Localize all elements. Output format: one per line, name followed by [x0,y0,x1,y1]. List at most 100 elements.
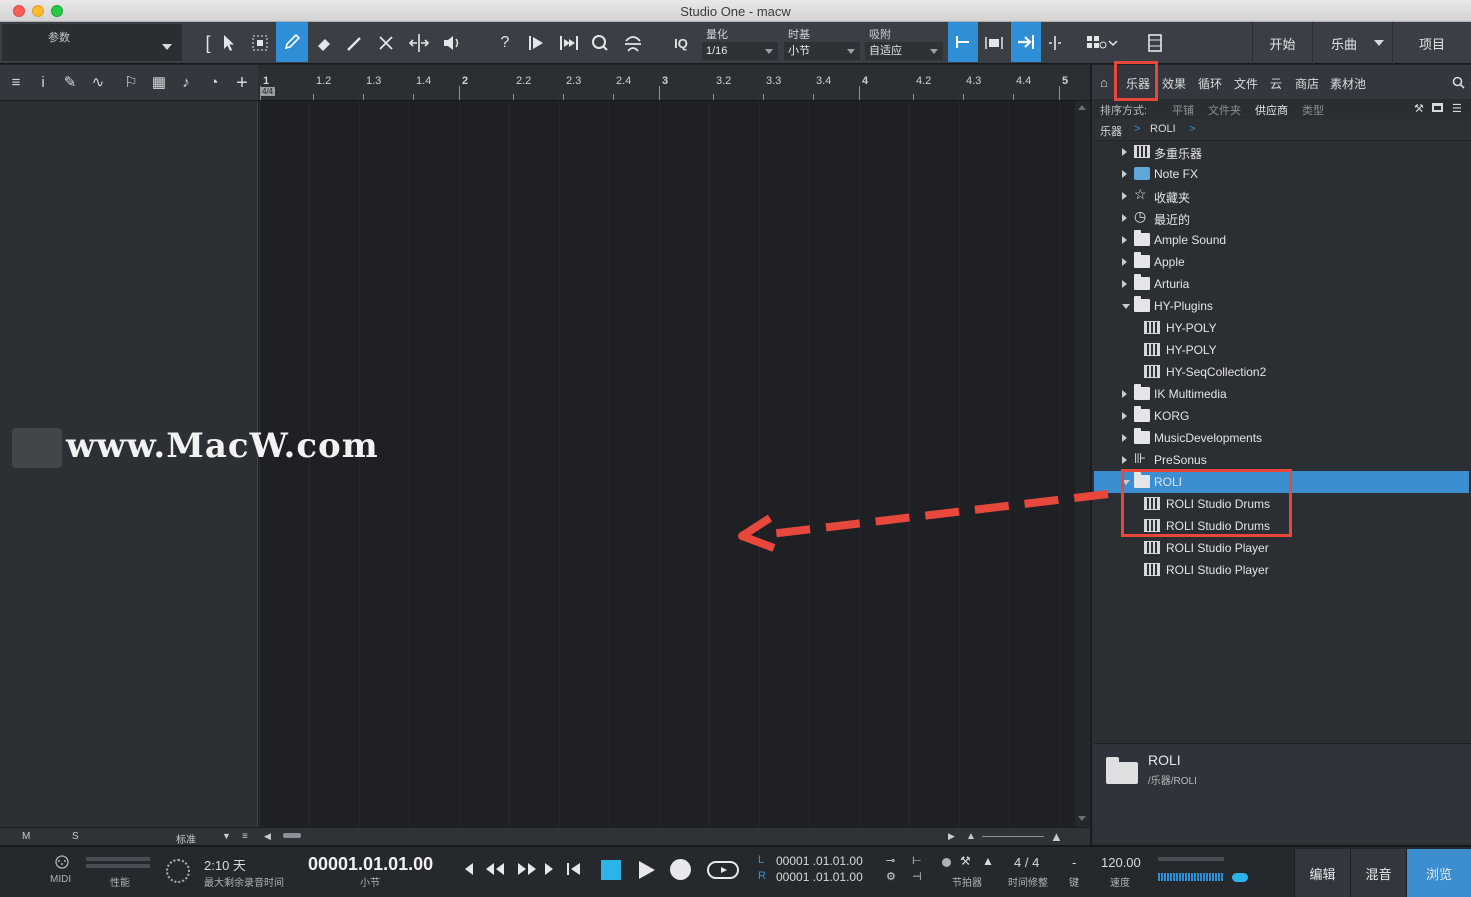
tree-item[interactable]: HY-POLY [1094,317,1469,339]
zoom-slider[interactable] [982,836,1044,837]
position-display[interactable]: 00001.01.01.00 [308,854,433,875]
scroll-left-icon[interactable]: ◀ [264,831,271,842]
breadcrumb-roli[interactable]: ROLI [1150,123,1176,135]
split-tool-button[interactable] [404,28,434,58]
tempo-icon[interactable]: ◔ [204,73,224,93]
marker-tool-button[interactable] [522,28,552,58]
list-icon[interactable]: ≡ [242,831,248,842]
tree-item[interactable]: HY-POLY [1094,339,1469,361]
quantize-select[interactable]: 1/16 [702,42,778,60]
metronome-settings-icon[interactable]: ⚒ [960,854,971,868]
scroll-right-icon[interactable]: ▶ [948,831,955,842]
monitor-toggle[interactable] [1232,873,1248,882]
chord-track-icon[interactable]: ▦ [149,73,169,93]
flag-icon[interactable]: ⚐ [121,73,141,93]
tree-item[interactable]: ☆ 收藏夹 [1094,185,1469,207]
sort-flat[interactable]: 平铺 [1172,102,1194,118]
tab-loops[interactable]: 循环 [1198,75,1222,92]
metronome-icon[interactable]: ▲ [982,854,994,868]
tree-item[interactable]: MusicDevelopments [1094,427,1469,449]
mix-view-button[interactable]: 混音 [1350,849,1406,897]
tree-item[interactable]: Arturia [1094,273,1469,295]
tree-item[interactable]: Apple [1094,251,1469,273]
loop-left-value[interactable]: 00001 .01.01.00 [776,854,863,868]
snap-to-grid-button[interactable] [948,22,978,62]
automation-icon[interactable]: ∿ [88,73,108,93]
tree-item[interactable]: ROLI Studio Player [1094,559,1469,581]
wrench-icon[interactable]: ✎ [60,73,80,93]
video-button[interactable] [1140,28,1170,58]
zoom-in-icon[interactable]: ▲ [1050,829,1063,844]
timebase-select[interactable]: 小节 [784,42,860,60]
tree-item[interactable]: IK Multimedia [1094,383,1469,405]
browse-view-button[interactable]: 浏览 [1406,849,1471,897]
expand-closed-icon[interactable] [1122,214,1127,222]
breadcrumb-instruments[interactable]: 乐器 [1100,123,1122,139]
key-value[interactable]: - [1072,855,1076,870]
autoscroll-button[interactable] [1011,22,1041,62]
stop-button[interactable] [601,860,621,880]
follow-tool-button[interactable] [554,28,584,58]
expand-closed-icon[interactable] [1122,236,1127,244]
menu-icon[interactable]: ≡ [6,73,26,93]
sort-folder[interactable]: 文件夹 [1208,102,1241,118]
layout-button[interactable] [1080,28,1124,58]
expand-closed-icon[interactable] [1122,192,1127,200]
tree-item[interactable]: ROLI Studio Player [1094,537,1469,559]
tree-item[interactable]: KORG [1094,405,1469,427]
song-button[interactable]: 乐曲 [1312,22,1392,64]
tempo-value[interactable]: 120.00 [1101,855,1141,870]
arrange-view[interactable] [259,101,1075,827]
range-tool-button[interactable] [245,28,275,58]
tab-cloud[interactable]: 云 [1270,75,1282,92]
tab-pool[interactable]: 素材池 [1330,75,1366,92]
window-icon[interactable] [1432,103,1443,112]
time-signature-value[interactable]: 4 / 4 [1014,855,1039,870]
pencil-tool-button[interactable] [276,22,308,62]
tree-item[interactable]: 多重乐器 [1094,141,1469,163]
params-dropdown[interactable]: 参数 [2,24,182,61]
expand-closed-icon[interactable] [1122,280,1127,288]
expand-open-icon[interactable] [1122,304,1130,309]
vertical-scrollbar[interactable] [1075,101,1090,827]
punch-icon[interactable]: ⊸ [886,854,895,867]
mute-all-button[interactable]: M [22,831,30,842]
expand-closed-icon[interactable] [1122,148,1127,156]
edit-view-button[interactable]: 编辑 [1294,849,1350,897]
start-page-button[interactable]: 开始 [1252,22,1312,64]
tree-item[interactable]: ◷ 最近的 [1094,207,1469,229]
expand-closed-icon[interactable] [1122,434,1127,442]
tree-item[interactable]: Note FX [1094,163,1469,185]
expand-closed-icon[interactable] [1122,390,1127,398]
tree-item[interactable]: HY-Plugins [1094,295,1469,317]
settings-icon[interactable]: ⚙ [886,870,896,883]
snap-select[interactable]: 自适应 [865,42,943,60]
tree-item[interactable]: Ample Sound [1094,229,1469,251]
expand-closed-icon[interactable] [1122,412,1127,420]
track-height-select[interactable]: 标准 [176,831,196,846]
tree-item[interactable]: ⊪ PreSonus [1094,449,1469,471]
bend-tool-button[interactable] [618,28,648,58]
eraser-tool-button[interactable] [309,28,339,58]
paint-tool-button[interactable] [340,28,370,58]
zoom-out-icon[interactable]: ▲ [966,831,976,842]
sort-type[interactable]: 类型 [1302,102,1324,118]
add-track-icon[interactable]: + [232,73,252,93]
record-button[interactable] [670,859,691,880]
listen-tool-button[interactable] [437,28,467,58]
horizontal-scroll-thumb[interactable] [283,833,301,838]
sort-vendor[interactable]: 供应商 [1255,102,1288,118]
project-button[interactable]: 项目 [1392,22,1471,64]
snap-events-button[interactable] [979,28,1009,58]
home-icon[interactable]: ⌂ [1100,75,1108,90]
help-button[interactable]: ? [490,28,520,58]
zoom-tool-button[interactable] [585,28,615,58]
scroll-down-icon[interactable] [1078,816,1086,821]
tab-files[interactable]: 文件 [1234,75,1258,92]
loop-right-value[interactable]: 00001 .01.01.00 [776,870,863,884]
autopunch-icon[interactable]: ⊣ [912,870,922,883]
preroll-icon[interactable]: ⊢ [912,854,922,867]
expand-closed-icon[interactable] [1122,170,1127,178]
mute-tool-button[interactable] [371,28,401,58]
expand-closed-icon[interactable] [1122,456,1127,464]
